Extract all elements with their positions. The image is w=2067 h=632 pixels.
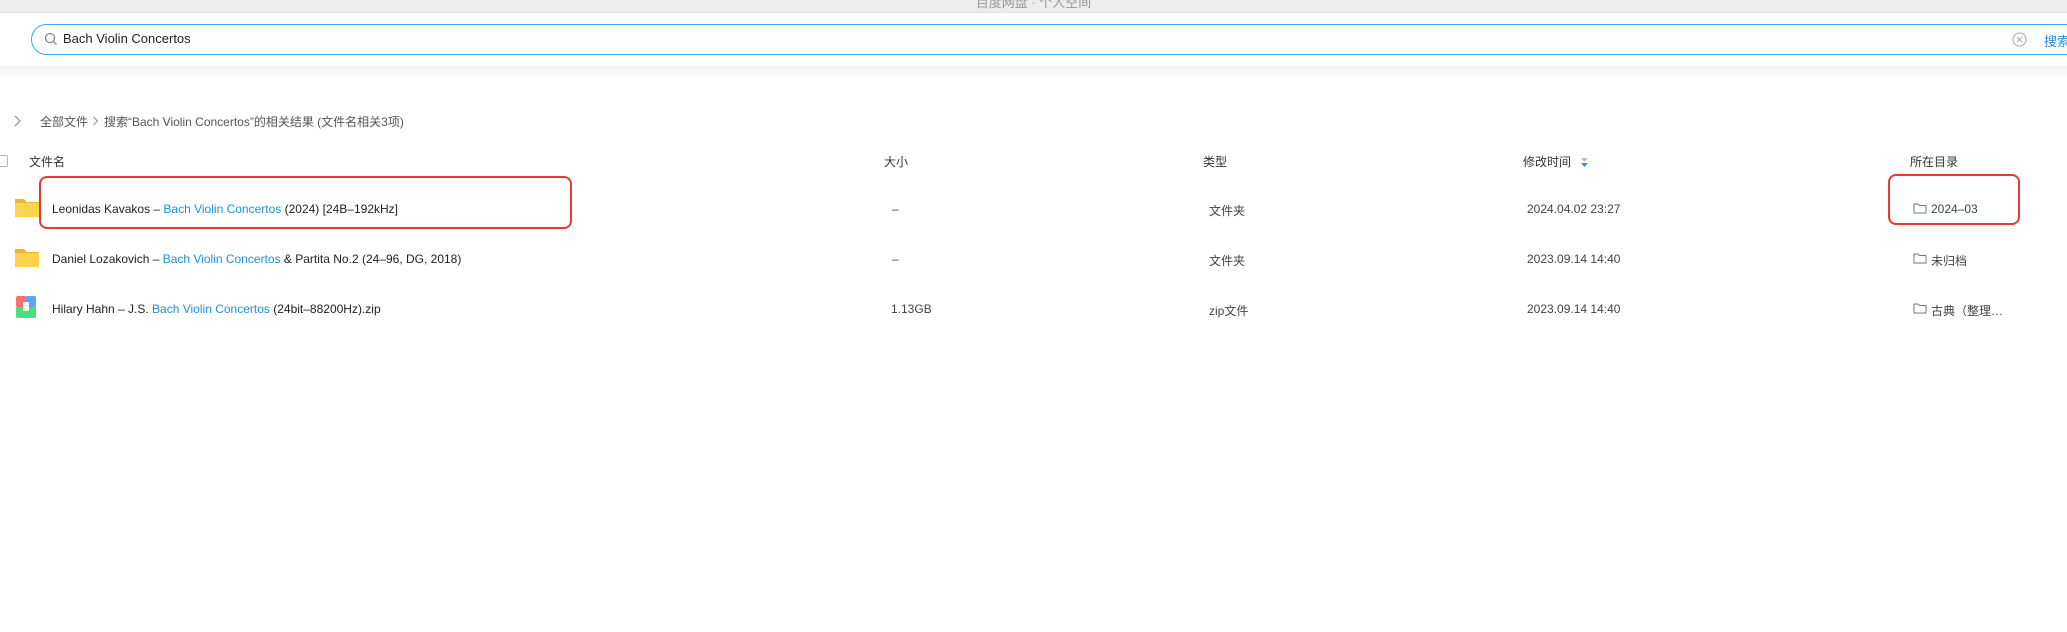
select-all-checkbox[interactable] [0,155,8,167]
column-header-name[interactable]: 文件名 [29,153,65,170]
folder-outline-icon [1913,303,1927,314]
breadcrumb-separator-icon [93,116,99,126]
clear-search-icon[interactable] [2012,32,2027,47]
toolbar-divider [0,66,2067,78]
search-icon [44,32,57,45]
folder-icon [15,249,39,267]
file-name-match: Bach Violin Concertos [152,302,270,316]
window-titlebar: 百度网盘 · 个人空间 [0,0,2067,13]
file-modified: 2023.09.14 14:40 [1527,252,1621,266]
file-name[interactable]: Daniel Lozakovich – Bach Violin Concerto… [52,252,461,266]
file-directory-link[interactable]: 古典（整理… [1931,302,2003,319]
file-modified: 2024.04.02 23:27 [1527,202,1621,216]
file-size: – [892,202,899,216]
file-name-text: Daniel Lozakovich – [52,252,163,266]
search-query[interactable]: Bach Violin Concertos [63,31,191,46]
highlight-box-directory [1888,174,2020,225]
folder-outline-icon [1913,253,1927,264]
file-directory-link[interactable]: 未归档 [1931,252,1967,269]
file-name-match: Bach Violin Concertos [162,252,281,266]
file-name[interactable]: Hilary Hahn – J.S. Bach Violin Concertos… [52,302,381,316]
file-modified: 2023.09.14 14:40 [1527,302,1621,316]
file-name-text: & Partita No.2 (24–96, DG, 2018) [280,252,462,266]
column-header-type[interactable]: 类型 [1203,153,1227,170]
search-input[interactable] [31,24,2067,55]
table-row[interactable]: Daniel Lozakovich – Bach Violin Concerto… [0,233,2067,283]
file-name-text: (24bit–88200Hz).zip [269,302,381,316]
breadcrumb-current: 搜索“Bach Violin Concertos”的相关结果 (文件名相关3项) [104,115,404,129]
file-size: – [892,252,899,266]
window-title: 百度网盘 · 个人空间 [975,0,1092,10]
file-size: 1.13GB [891,302,932,316]
file-name-text: Hilary Hahn – J.S. [52,302,153,316]
breadcrumb-root[interactable]: 全部文件 [40,113,88,130]
zip-archive-icon [16,296,36,318]
sort-descending-icon[interactable] [1580,156,1589,168]
column-header-modified[interactable]: 修改时间 [1523,153,1571,170]
column-header-size[interactable]: 大小 [884,153,908,170]
table-row[interactable]: Hilary Hahn – J.S. Bach Violin Concertos… [0,283,2067,333]
column-header-directory[interactable]: 所在目录 [1910,153,1958,170]
file-type: 文件夹 [1209,254,1246,268]
file-type: 文件夹 [1209,204,1246,218]
file-type: zip文件 [1209,304,1249,318]
folder-icon [15,199,39,217]
search-button[interactable]: 搜索 [2044,31,2067,50]
chevron-right-icon[interactable] [12,114,22,128]
highlight-box-filename [39,176,572,229]
